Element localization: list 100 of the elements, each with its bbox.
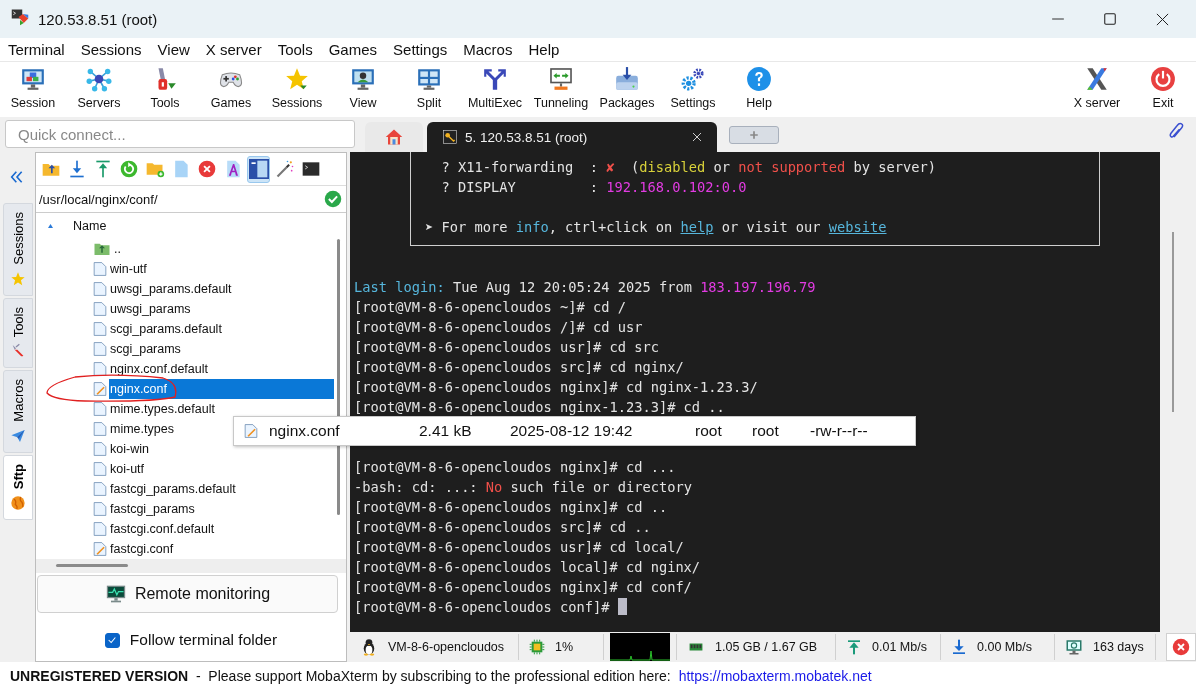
file-item[interactable]: .. — [56, 239, 334, 259]
terminal-line: [root@VM-8-6-opencloudos ~]# cd / — [354, 298, 627, 317]
chip-icon — [529, 639, 545, 655]
edited-file-icon — [93, 540, 107, 558]
file-icon — [93, 340, 107, 358]
menu-item[interactable]: Settings — [385, 41, 456, 58]
terminal-line: [root@VM-8-6-opencloudos usr]# cd local/ — [354, 538, 685, 557]
file-item[interactable]: fastcgi.conf — [56, 539, 334, 559]
packages-button[interactable]: Packages — [594, 66, 660, 110]
split-window-icon — [416, 66, 442, 92]
file-item[interactable]: win-utf — [56, 259, 334, 279]
view-button[interactable]: View — [330, 66, 396, 110]
file-icon — [93, 500, 107, 518]
terminal-line: [root@VM-8-6-opencloudos nginx]# cd ... — [354, 458, 677, 477]
file-item[interactable]: koi-win — [56, 439, 334, 459]
file-icon — [93, 420, 107, 438]
file-item[interactable]: nginx.conf.default — [56, 359, 334, 379]
link[interactable]: website — [828, 219, 887, 235]
file-permissions: -rw-r--r-- — [810, 422, 868, 440]
file-item[interactable]: fastcgi.conf.default — [56, 519, 334, 539]
file-icon — [93, 400, 107, 418]
games-button[interactable]: Games — [198, 66, 264, 110]
network-icon — [86, 66, 112, 92]
menu-item[interactable]: X server — [197, 41, 270, 58]
checkbox[interactable] — [104, 632, 120, 648]
remote-monitoring-button[interactable]: Remote monitoring — [37, 575, 338, 613]
download-icon — [951, 638, 967, 656]
magic-wand-icon — [274, 159, 295, 179]
tools-button[interactable]: Tools — [132, 66, 198, 110]
session-button[interactable]: Session — [0, 66, 66, 110]
file-item[interactable]: scgi_params.default — [56, 319, 334, 339]
paperclip-icon — [1168, 122, 1186, 140]
side-tab[interactable]: Tools — [3, 297, 33, 369]
scrollbar[interactable] — [56, 564, 128, 567]
terminal-line: ? X11-forwarding : ✘ (disabled or not supported by server) — [440, 158, 937, 177]
column-header[interactable]: Name — [73, 219, 107, 233]
edited-file-icon — [244, 422, 258, 440]
menu-item[interactable]: View — [149, 41, 198, 58]
file-item[interactable]: uwsgi_params.default — [56, 279, 334, 299]
settings-button[interactable]: Settings — [660, 66, 726, 110]
servers-button[interactable]: Servers — [66, 66, 132, 110]
terminal-line: -bash: cd: ...: No such file or directory — [354, 478, 693, 497]
terminal-line: [root@VM-8-6-opencloudos /]# cd usr — [354, 318, 644, 337]
file-icon — [93, 480, 107, 498]
multiexec-button[interactable]: MultiExec — [462, 66, 528, 110]
link[interactable]: https://mobaxterm.mobatek.net — [678, 667, 872, 684]
link[interactable]: help — [680, 219, 714, 235]
menu-item[interactable]: Sessions — [72, 41, 150, 58]
file-name: nginx.conf — [269, 422, 341, 440]
menu-item[interactable]: Games — [320, 41, 386, 58]
tunneling-button[interactable]: Tunneling — [528, 66, 594, 110]
file-icon — [93, 360, 107, 378]
side-tab[interactable]: Macros — [3, 370, 33, 453]
terminal-line: ? DISPLAY : 192.168.0.102:0.0 — [440, 178, 748, 197]
file-item[interactable]: fastcgi_params.default — [56, 479, 334, 499]
side-tab[interactable]: Sftp — [3, 454, 33, 520]
scrollbar[interactable] — [1172, 232, 1174, 412]
file-icon — [93, 320, 107, 338]
file-icon — [93, 260, 107, 278]
monitor-icon — [1065, 638, 1083, 656]
panel-icon — [248, 159, 269, 179]
status-text: 0.00 Mb/s — [977, 640, 1032, 654]
menu-item[interactable]: Help — [520, 41, 568, 58]
close-icon — [1154, 11, 1170, 27]
upload-icon — [846, 638, 862, 656]
sessions-button[interactable]: Sessions — [264, 66, 330, 110]
star-icon — [284, 66, 310, 92]
file-item[interactable]: mime.types.default — [56, 399, 334, 419]
file-item[interactable]: fastcgi_params — [56, 499, 334, 519]
session-tab[interactable]: 5. 120.53.8.51 (root) — [427, 122, 717, 152]
terminal-line: [root@VM-8-6-opencloudos src]# cd nginx/ — [354, 358, 685, 377]
checkbox-label[interactable]: Follow terminal folder — [129, 631, 278, 649]
quick-connect-field[interactable]: Quick connect... — [5, 120, 355, 148]
terminal-line: [root@VM-8-6-opencloudos conf]# — [354, 597, 1160, 617]
file-item[interactable]: uwsgi_params — [56, 299, 334, 319]
home-tab[interactable] — [365, 122, 423, 152]
menu-item[interactable]: Tools — [269, 41, 321, 58]
monitor-pulse-icon — [104, 584, 127, 604]
file-item[interactable]: koi-utf — [56, 459, 334, 479]
menu-item[interactable]: Macros — [455, 41, 521, 58]
power-icon — [1150, 66, 1176, 92]
file-icon — [93, 300, 107, 318]
menu-item[interactable]: Terminal — [0, 41, 73, 58]
terminal-line: [root@VM-8-6-opencloudos src]# cd .. — [354, 518, 652, 537]
collapse-icon — [8, 169, 25, 185]
file-item[interactable]: scgi_params — [56, 339, 334, 359]
monitor-arrows-icon — [548, 66, 574, 92]
status-text: 163 days — [1093, 640, 1144, 654]
xserver-button[interactable]: X server — [1064, 66, 1130, 110]
file-icon — [93, 280, 107, 298]
plus-icon — [749, 130, 759, 140]
split-button[interactable]: Split — [396, 66, 462, 110]
help-button[interactable]: Help — [726, 66, 792, 110]
close-button[interactable] — [1166, 633, 1196, 661]
exit-button[interactable]: Exit — [1130, 66, 1196, 110]
terminal-line: [root@VM-8-6-opencloudos nginx-1.23.3]# cd .. — [354, 398, 726, 417]
file-owner: root — [695, 422, 723, 440]
panel-button[interactable] — [247, 155, 270, 183]
side-tab[interactable]: Sessions — [3, 203, 33, 296]
cross-icon — [1084, 66, 1110, 92]
